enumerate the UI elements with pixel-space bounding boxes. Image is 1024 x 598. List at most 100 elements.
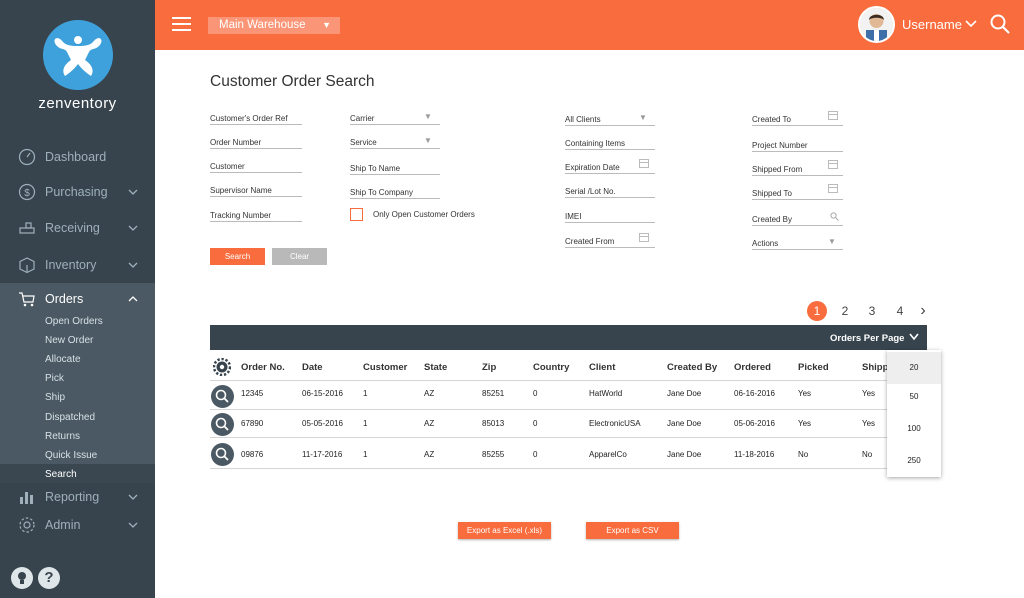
created-to-input[interactable]	[752, 125, 843, 126]
customer-input[interactable]	[210, 172, 302, 173]
sidebar-item-purchasing[interactable]: $ Purchasing	[0, 176, 155, 208]
page-3-button[interactable]: 3	[862, 301, 882, 321]
gear-icon[interactable]	[213, 358, 231, 376]
submenu-open-orders[interactable]: Open Orders	[45, 316, 103, 327]
avatar[interactable]	[858, 6, 895, 43]
ship-to-name-input[interactable]	[350, 174, 440, 175]
shipped-from-input[interactable]	[752, 175, 843, 176]
created-by-input[interactable]	[752, 225, 843, 226]
dollar-icon: $	[18, 183, 36, 201]
expiration-date-input[interactable]	[565, 173, 655, 174]
created-from-input[interactable]	[565, 247, 655, 248]
checkbox-label: Only Open Customer Orders	[373, 210, 475, 219]
column-header[interactable]: Country	[533, 362, 569, 373]
page-2-button[interactable]: 2	[835, 301, 855, 321]
sidebar-item-inventory[interactable]: Inventory	[0, 249, 155, 281]
divider	[210, 437, 890, 438]
calendar-icon[interactable]	[828, 184, 838, 193]
export-excel-button[interactable]: Export as Excel (.xls)	[458, 522, 551, 539]
ship-to-company-input[interactable]	[350, 198, 440, 199]
service-select[interactable]	[350, 148, 440, 149]
column-header[interactable]: Zip	[482, 362, 496, 373]
per-page-option[interactable]: 100	[887, 413, 941, 445]
column-header[interactable]: Date	[302, 362, 323, 373]
search-icon[interactable]	[989, 13, 1011, 35]
submenu-ship[interactable]: Ship	[45, 392, 65, 403]
project-number-input[interactable]	[752, 151, 843, 152]
column-header[interactable]: Client	[589, 362, 615, 373]
search-button[interactable]: Search	[210, 248, 265, 265]
submenu-dispatched[interactable]: Dispatched	[45, 412, 95, 423]
submenu-pick[interactable]: Pick	[45, 373, 64, 384]
carrier-select[interactable]	[350, 124, 440, 125]
export-csv-button[interactable]: Export as CSV	[586, 522, 679, 539]
chevron-down-icon[interactable]	[909, 333, 919, 341]
view-order-button[interactable]	[211, 443, 234, 466]
page-4-button[interactable]: 4	[890, 301, 910, 321]
column-header[interactable]: Picked	[798, 362, 829, 373]
column-header[interactable]: Customer	[363, 362, 407, 373]
column-header[interactable]: State	[424, 362, 447, 373]
order-number-input[interactable]	[210, 148, 302, 149]
sidebar-item-dashboard[interactable]: Dashboard	[0, 141, 155, 173]
calendar-icon[interactable]	[828, 160, 838, 169]
imei-input[interactable]	[565, 222, 655, 223]
hamburger-menu-icon[interactable]	[172, 17, 191, 31]
actions-select[interactable]	[752, 249, 843, 250]
username[interactable]: Username	[902, 17, 962, 32]
page-1-button[interactable]: 1	[807, 301, 827, 321]
open-orders-checkbox[interactable]	[350, 208, 363, 221]
clients-select[interactable]	[565, 125, 655, 126]
submenu-quick-issue[interactable]: Quick Issue	[45, 450, 97, 461]
divider	[210, 380, 890, 381]
calendar-icon[interactable]	[639, 159, 649, 168]
view-order-button[interactable]	[211, 413, 234, 436]
field-label: Serial /Lot No.	[565, 187, 616, 196]
shipped-to-input[interactable]	[752, 199, 843, 200]
table-cell: No	[862, 450, 873, 459]
table-cell: 0	[533, 419, 538, 428]
sidebar-item-label: Purchasing	[45, 185, 108, 199]
submenu-search[interactable]: Search	[45, 469, 77, 480]
view-order-button[interactable]	[211, 385, 234, 408]
containing-items-input[interactable]	[565, 149, 655, 150]
sidebar-item-receiving[interactable]: Receiving	[0, 212, 155, 244]
svg-text:$: $	[24, 188, 30, 199]
column-header[interactable]: Ordered	[734, 362, 771, 373]
field-label: Ship To Name	[350, 164, 401, 173]
calendar-icon[interactable]	[828, 111, 838, 120]
logo-icon	[43, 20, 113, 90]
chevron-down-icon[interactable]	[965, 19, 977, 29]
per-page-option[interactable]: 50	[887, 381, 941, 413]
serial-lot-input[interactable]	[565, 197, 655, 198]
tracking-number-input[interactable]	[210, 221, 302, 222]
orders-per-page-label[interactable]: Orders Per Page	[830, 333, 904, 344]
submenu-allocate[interactable]: Allocate	[45, 354, 81, 365]
field-label: Shipped To	[752, 189, 792, 198]
field-label: Carrier	[350, 114, 375, 123]
next-page-button[interactable]: ›	[913, 301, 933, 321]
search-icon[interactable]	[830, 212, 839, 221]
table-cell: HatWorld	[589, 389, 623, 398]
column-header[interactable]: Order No.	[241, 362, 285, 373]
submenu-new-order[interactable]: New Order	[45, 335, 93, 346]
column-header[interactable]: Created By	[667, 362, 717, 373]
sidebar-item-admin[interactable]: Admin	[0, 509, 155, 541]
per-page-option[interactable]: 20	[887, 352, 941, 384]
box-icon	[19, 257, 35, 274]
help-icon[interactable]: ?	[38, 567, 60, 589]
warehouse-select[interactable]: Main Warehouse ▼	[208, 17, 340, 34]
lightbulb-icon[interactable]	[11, 567, 33, 589]
submenu-returns[interactable]: Returns	[45, 431, 80, 442]
table-cell: AZ	[424, 419, 435, 428]
sidebar-item-orders[interactable]: Orders	[0, 283, 155, 315]
supervisor-name-input[interactable]	[210, 196, 302, 197]
column-header[interactable]: Shipp	[862, 362, 888, 373]
sidebar-item-label: Dashboard	[45, 150, 107, 164]
field-label: Created By	[752, 215, 793, 224]
customers-order-ref-input[interactable]	[210, 124, 302, 125]
table-cell: 12345	[241, 389, 264, 398]
calendar-icon[interactable]	[639, 233, 649, 242]
clear-button[interactable]: Clear	[272, 248, 327, 265]
per-page-option[interactable]: 250	[887, 445, 941, 477]
